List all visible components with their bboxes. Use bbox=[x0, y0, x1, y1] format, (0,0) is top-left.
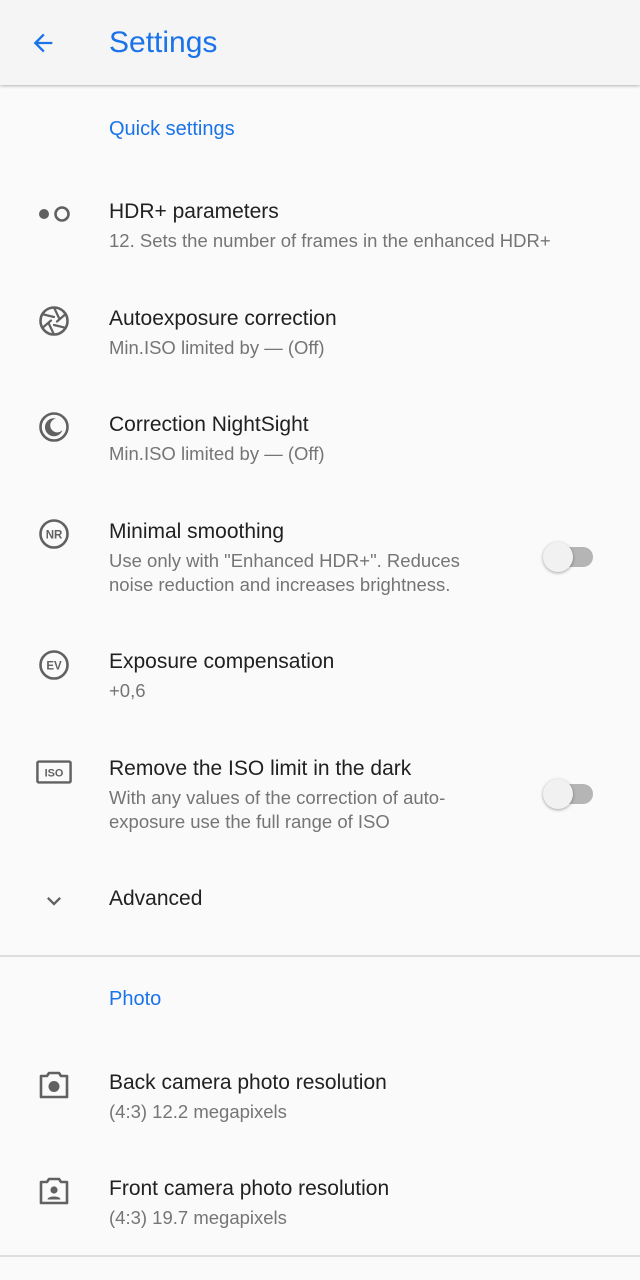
chevron-down-icon bbox=[36, 883, 72, 919]
minimal-smoothing-toggle[interactable] bbox=[543, 541, 595, 572]
ev-icon-text: EV bbox=[46, 661, 62, 673]
camera-icon bbox=[36, 1067, 72, 1103]
toggle-thumb bbox=[543, 779, 573, 809]
remove-iso-limit-toggle[interactable] bbox=[543, 778, 595, 809]
app-bar: Settings bbox=[0, 0, 640, 85]
setting-summary: Min.ISO limited by — (Off) bbox=[109, 337, 325, 358]
setting-title: HDR+ parameters bbox=[109, 200, 279, 223]
setting-title: Back camera photo resolution bbox=[109, 1071, 387, 1094]
setting-summary: Min.ISO limited by — (Off) bbox=[109, 443, 325, 464]
back-button[interactable] bbox=[26, 26, 60, 60]
setting-exposure-compensation[interactable]: EV Exposure compensation +0,6 bbox=[0, 635, 640, 735]
toggle-thumb bbox=[543, 542, 573, 572]
setting-back-camera-resolution[interactable]: Back camera photo resolution (4:3) 12.2 … bbox=[0, 1056, 640, 1156]
ev-icon: EV bbox=[36, 647, 72, 683]
setting-summary: 12. Sets the number of frames in the enh… bbox=[109, 230, 551, 251]
page-title: Settings bbox=[109, 26, 218, 59]
section-divider bbox=[0, 1255, 640, 1257]
section-divider bbox=[0, 955, 640, 957]
iso-icon-text: ISO bbox=[45, 767, 64, 779]
setting-summary: (4:3) 12.2 megapixels bbox=[109, 1101, 287, 1122]
front-camera-icon bbox=[36, 1173, 72, 1209]
advanced-expander[interactable]: Advanced bbox=[0, 870, 640, 932]
setting-minimal-smoothing[interactable]: NR Minimal smoothing Use only with "Enha… bbox=[0, 505, 640, 615]
setting-summary: Use only with "Enhanced HDR+". Reduces n… bbox=[109, 550, 460, 595]
setting-remove-iso-limit[interactable]: ISO Remove the ISO limit in the dark Wit… bbox=[0, 742, 640, 852]
setting-summary: (4:3) 19.7 megapixels bbox=[109, 1207, 287, 1228]
section-header-quick-settings: Quick settings bbox=[109, 118, 235, 140]
setting-title: Remove the ISO limit in the dark bbox=[109, 757, 412, 780]
moon-icon bbox=[36, 409, 72, 445]
setting-summary: With any values of the correction of aut… bbox=[109, 787, 446, 832]
setting-title: Exposure compensation bbox=[109, 650, 335, 673]
iso-icon: ISO bbox=[36, 754, 72, 790]
aperture-icon bbox=[36, 303, 72, 339]
setting-title: Autoexposure correction bbox=[109, 307, 337, 330]
setting-title: Minimal smoothing bbox=[109, 520, 285, 543]
setting-front-camera-resolution[interactable]: Front camera photo resolution (4:3) 19.7… bbox=[0, 1162, 640, 1262]
nr-icon: NR bbox=[36, 516, 72, 552]
setting-autoexposure-correction[interactable]: Autoexposure correction Min.ISO limited … bbox=[0, 292, 640, 392]
advanced-label: Advanced bbox=[109, 887, 203, 910]
hdr-dots-icon bbox=[36, 196, 72, 232]
section-header-photo: Photo bbox=[109, 988, 162, 1010]
setting-title: Front camera photo resolution bbox=[109, 1177, 390, 1200]
setting-hdr-parameters[interactable]: HDR+ parameters 12. Sets the number of f… bbox=[0, 185, 640, 285]
setting-title: Correction NightSight bbox=[109, 413, 309, 436]
setting-summary: +0,6 bbox=[109, 680, 146, 701]
nr-icon-text: NR bbox=[46, 530, 63, 542]
setting-correction-nightsight[interactable]: Correction NightSight Min.ISO limited by… bbox=[0, 398, 640, 498]
arrow-back-icon bbox=[33, 33, 53, 53]
